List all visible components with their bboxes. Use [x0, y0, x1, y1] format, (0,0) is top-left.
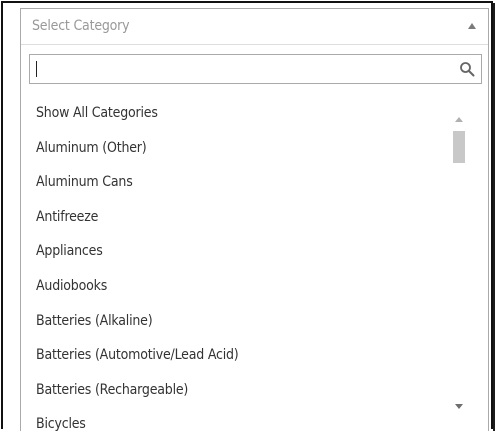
caret-up-icon[interactable] [468, 23, 476, 29]
option-item[interactable]: Audiobooks [36, 278, 107, 294]
option-item[interactable]: Bicycles [36, 416, 86, 432]
option-item[interactable]: Batteries (Automotive/Lead Acid) [36, 347, 239, 363]
scroll-down-icon[interactable] [455, 404, 463, 409]
option-item[interactable]: Aluminum (Other) [36, 140, 147, 156]
scroll-up-icon[interactable] [455, 117, 463, 122]
option-item[interactable]: Appliances [36, 243, 103, 259]
frame-edge [493, 3, 495, 431]
option-item[interactable]: Antifreeze [36, 209, 98, 225]
option-item[interactable]: Batteries (Alkaline) [36, 313, 153, 329]
select-placeholder: Select Category [32, 18, 130, 34]
category-select: Select Category Show All Categories Alumi… [20, 8, 489, 432]
text-cursor [36, 61, 37, 77]
search-icon[interactable] [459, 61, 475, 77]
option-item[interactable]: Batteries (Rechargeable) [36, 382, 188, 398]
scrollbar-thumb[interactable] [453, 131, 465, 163]
option-item[interactable]: Show All Categories [36, 105, 158, 121]
options-list: Show All Categories Aluminum (Other) Alumi… [21, 93, 488, 432]
option-item[interactable]: Aluminum Cans [36, 174, 133, 190]
search-input[interactable] [29, 54, 482, 84]
select-toggle[interactable]: Select Category [21, 9, 488, 45]
